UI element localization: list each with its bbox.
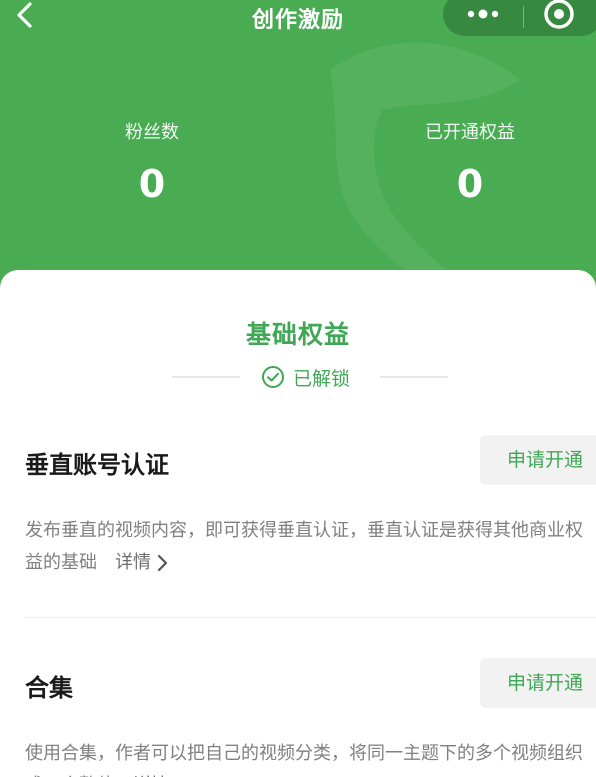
fans-stat: 粉丝数 0 bbox=[52, 120, 252, 206]
section-separator bbox=[25, 617, 596, 618]
fans-value: 0 bbox=[138, 162, 166, 206]
benefit-title: 合集 bbox=[25, 674, 73, 702]
benefit-description-text: 使用合集，作者可以把自己的视频分类，将同一主题下的多个视频组织成一个整体 bbox=[25, 743, 583, 777]
apply-button[interactable]: 申请开通 bbox=[480, 658, 596, 708]
fans-label: 粉丝数 bbox=[125, 122, 179, 143]
target-close-icon bbox=[544, 0, 574, 29]
benefit-description: 使用合集，作者可以把自己的视频分类，将同一主题下的多个视频组织成一个整体详情 bbox=[25, 738, 593, 777]
rights-label: 已开通权益 bbox=[425, 122, 515, 143]
detail-link[interactable]: 详情 bbox=[115, 552, 169, 573]
apply-button[interactable]: 申请开通 bbox=[480, 435, 596, 485]
benefits-card: 基础权益 已解锁 垂直账号认证 申请开通 发布垂直的视频内容，即可获得垂直认证，… bbox=[0, 270, 596, 777]
check-circle-icon bbox=[262, 366, 284, 388]
benefit-description: 发布垂直的视频内容，即可获得垂直认证，垂直认证是获得其他商业权益的基础 详情 bbox=[25, 515, 593, 579]
benefit-collection: 合集 申请开通 使用合集，作者可以把自己的视频分类，将同一主题下的多个视频组织成… bbox=[25, 658, 596, 777]
chevron-right-icon bbox=[157, 554, 168, 572]
rights-value: 0 bbox=[456, 162, 484, 206]
unlock-status: 已解锁 bbox=[261, 362, 350, 392]
divider-left bbox=[172, 376, 240, 378]
rights-stat: 已开通权益 0 bbox=[370, 120, 570, 206]
benefit-description-text: 发布垂直的视频内容，即可获得垂直认证，垂直认证是获得其他商业权益的基础 bbox=[25, 520, 583, 573]
close-button[interactable] bbox=[524, 0, 594, 36]
top-navigation-bar: 创作激励 bbox=[0, 0, 596, 36]
more-dots-icon bbox=[467, 9, 499, 19]
unlock-status-row: 已解锁 bbox=[0, 362, 596, 392]
unlock-text: 已解锁 bbox=[293, 367, 351, 390]
more-button[interactable] bbox=[443, 0, 523, 36]
header-banner: 创作激励 粉丝数 0 已开通权益 0 bbox=[0, 0, 596, 300]
creator-incentive-page: 创作激励 粉丝数 0 已开通权益 0 基础权益 已解锁 垂直账号认证 申请开通 … bbox=[0, 0, 596, 777]
detail-label: 详情 bbox=[115, 552, 151, 573]
benefit-vertical-certification: 垂直账号认证 申请开通 发布垂直的视频内容，即可获得垂直认证，垂直认证是获得其他… bbox=[25, 435, 596, 597]
section-title: 基础权益 bbox=[245, 320, 350, 349]
benefit-title: 垂直账号认证 bbox=[25, 451, 169, 479]
divider-right bbox=[380, 376, 448, 378]
mini-program-capsule bbox=[443, 0, 596, 36]
